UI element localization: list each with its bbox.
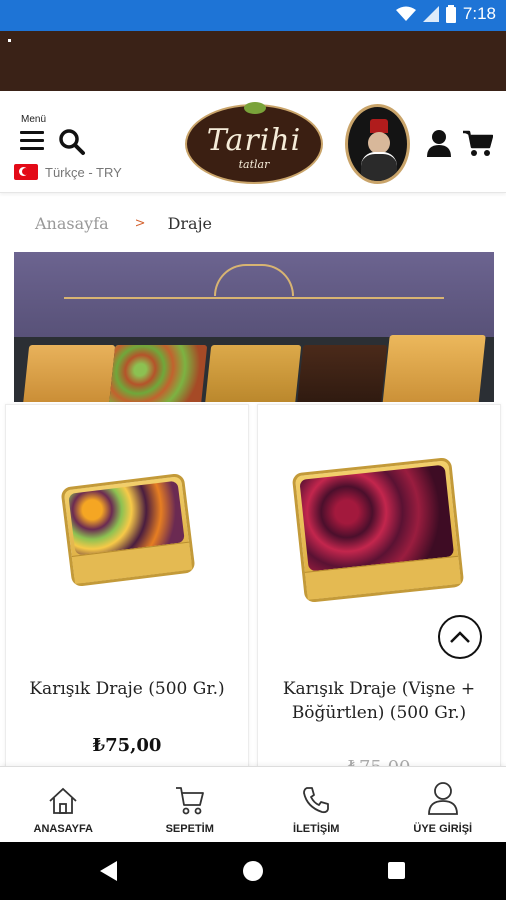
bottom-navigation: ANASAYFA SEPETİM İLETİŞİM ÜYE GİRİŞİ xyxy=(0,766,506,842)
product-image[interactable] xyxy=(6,405,248,645)
product-name[interactable]: Karışık Draje (Vişne + Böğürtlen) (500 G… xyxy=(264,677,494,725)
home-icon xyxy=(49,787,77,814)
language-label: Türkçe - TRY xyxy=(45,164,122,180)
founder-seal-logo xyxy=(345,104,410,184)
product-image[interactable] xyxy=(258,405,500,645)
nav-login-label: ÜYE GİRİŞİ xyxy=(413,823,473,835)
top-banner-band xyxy=(0,31,506,91)
android-navigation-bar xyxy=(0,842,506,900)
breadcrumb-current: Draje xyxy=(167,214,213,233)
nav-cart[interactable]: SEPETİM xyxy=(127,767,254,842)
phone-icon xyxy=(303,787,330,814)
breadcrumb: Anasayfa > Draje xyxy=(35,214,212,233)
nav-contact[interactable]: İLETİŞİM xyxy=(253,767,380,842)
account-icon[interactable] xyxy=(426,129,452,157)
signal-icon xyxy=(422,6,439,22)
breadcrumb-separator: > xyxy=(134,216,146,231)
back-icon[interactable] xyxy=(100,861,117,881)
chevron-up-icon xyxy=(450,631,470,643)
product-price: ₺75,00 xyxy=(92,735,162,756)
nav-cart-label: SEPETİM xyxy=(165,823,214,835)
logo-subtext: tatlar xyxy=(238,158,270,171)
cart-icon xyxy=(175,787,204,815)
site-header: Menü Türkçe - TRY Tarihi tatlar xyxy=(0,91,506,193)
search-icon[interactable] xyxy=(58,128,86,156)
language-selector[interactable]: Türkçe - TRY xyxy=(14,164,122,180)
menu-button[interactable] xyxy=(20,131,44,151)
category-banner-image xyxy=(14,252,494,402)
brand-logo[interactable]: Tarihi tatlar xyxy=(185,102,323,184)
breadcrumb-home-link[interactable]: Anasayfa xyxy=(35,214,109,233)
scroll-to-top-button[interactable] xyxy=(438,615,482,659)
status-time: 7:18 xyxy=(462,4,496,23)
product-name[interactable]: Karışık Draje (500 Gr.) xyxy=(12,677,242,701)
product-card[interactable]: Karışık Draje (Vişne + Böğürtlen) (500 G… xyxy=(257,404,501,778)
wifi-icon xyxy=(395,6,416,21)
nav-login[interactable]: ÜYE GİRİŞİ xyxy=(380,767,506,842)
home-button-icon[interactable] xyxy=(243,861,263,881)
battery-icon xyxy=(445,5,456,23)
status-bar: 7:18 xyxy=(0,0,506,31)
product-grid: Karışık Draje (500 Gr.) ₺75,00 Karışık D… xyxy=(5,404,501,778)
nav-home-label: ANASAYFA xyxy=(33,823,94,835)
product-card[interactable]: Karışık Draje (500 Gr.) ₺75,00 xyxy=(5,404,249,774)
recent-apps-icon[interactable] xyxy=(388,862,405,879)
logo-text: Tarihi xyxy=(206,123,302,158)
cart-icon[interactable] xyxy=(463,129,493,157)
menu-label: Menü xyxy=(21,114,47,125)
nav-home[interactable]: ANASAYFA xyxy=(0,767,127,842)
status-icons: 7:18 xyxy=(395,4,496,24)
turkey-flag-icon xyxy=(14,164,38,180)
user-icon xyxy=(427,782,458,815)
nav-contact-label: İLETİŞİM xyxy=(293,823,340,835)
